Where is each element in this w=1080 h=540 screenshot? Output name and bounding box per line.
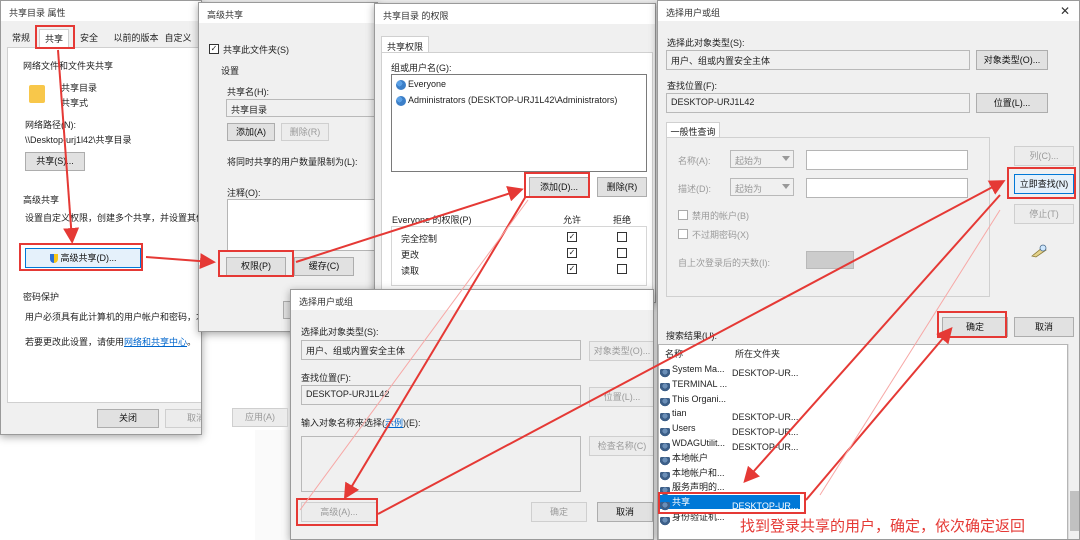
guide-line [819, 209, 1001, 496]
annotation-caption: 找到登录共享的用户，确定，依次确定返回 [738, 515, 1028, 536]
guide-line [299, 199, 529, 511]
apply-button[interactable]: 应用(A) [232, 408, 288, 427]
arrow [145, 253, 216, 270]
arrow [57, 49, 80, 244]
annotation-arrows [57, 49, 1006, 515]
arrow [743, 194, 1001, 483]
arrow [343, 195, 527, 500]
arrow [295, 186, 524, 263]
arrow [377, 180, 1006, 515]
arrow [805, 326, 953, 501]
